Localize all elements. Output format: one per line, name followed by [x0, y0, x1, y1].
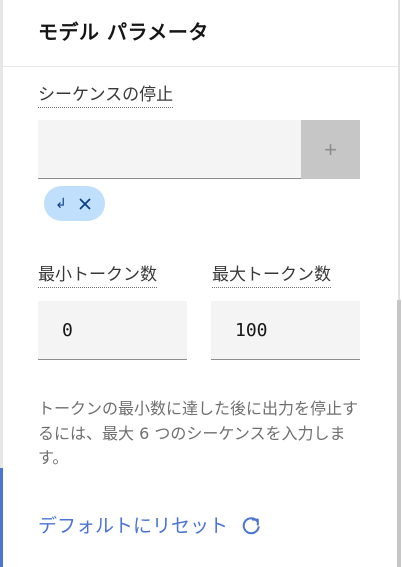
- refresh-icon: [240, 515, 262, 537]
- header-divider: [0, 66, 398, 67]
- add-stop-sequence-button[interactable]: +: [301, 120, 360, 179]
- min-tokens-label: 最小トークン数: [38, 264, 157, 288]
- scrollbar-thumb[interactable]: [397, 300, 401, 567]
- helper-text: トークンの最小数に達した後に出力を停止するには、最大 6 つのシーケンスを入力し…: [38, 399, 359, 467]
- stop-sequence-input[interactable]: [38, 120, 301, 179]
- max-tokens-input[interactable]: [211, 301, 360, 360]
- left-accent-bar: [0, 468, 3, 567]
- panel-title: モデル パラメータ: [38, 20, 209, 44]
- min-tokens-input[interactable]: [38, 301, 187, 360]
- reset-to-default-link[interactable]: デフォルトにリセット: [38, 512, 262, 540]
- tag-label: ↲: [55, 195, 67, 212]
- stop-sequences-label: シーケンスの停止: [38, 84, 174, 108]
- stop-sequence-tag: ↲: [44, 186, 105, 221]
- close-icon[interactable]: [76, 195, 94, 213]
- reset-label: デフォルトにリセット: [38, 515, 229, 537]
- max-tokens-label: 最大トークン数: [212, 264, 331, 288]
